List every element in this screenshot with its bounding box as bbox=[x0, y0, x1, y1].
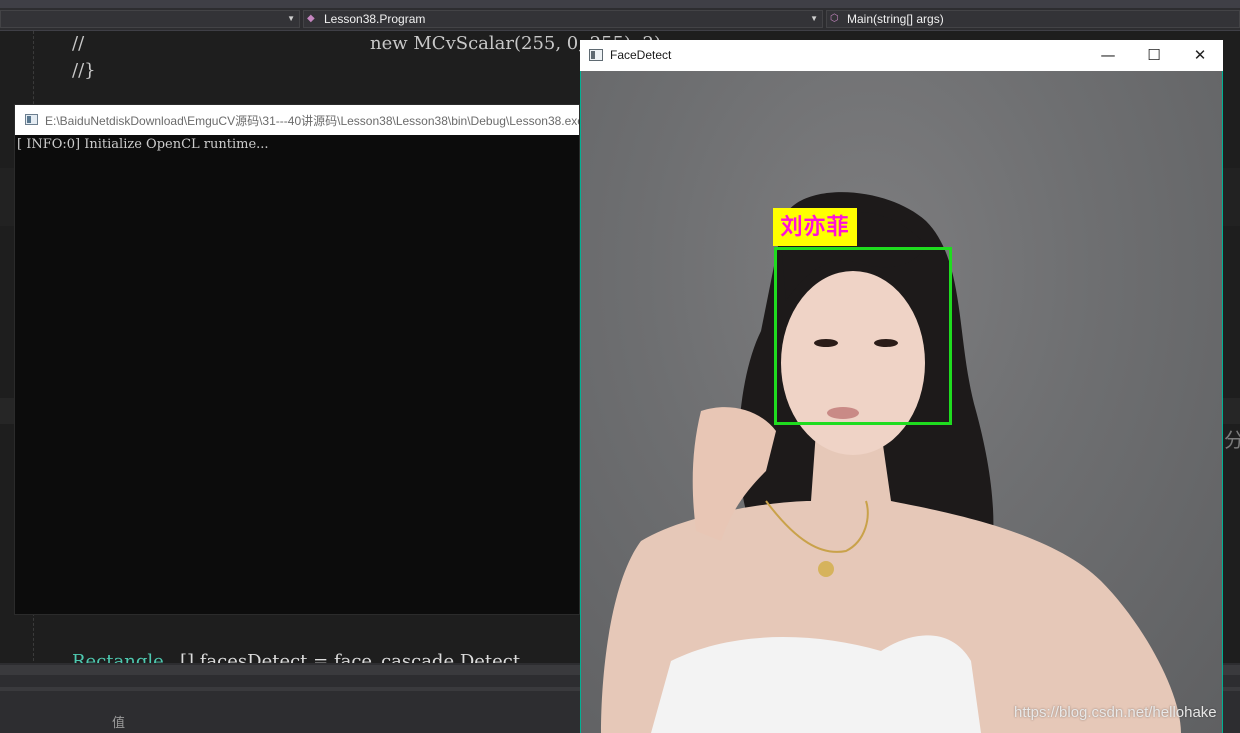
face-bounding-box bbox=[774, 247, 952, 425]
project-combo[interactable]: ▼ bbox=[0, 10, 300, 28]
class-icon: ◆ bbox=[307, 13, 315, 24]
detection-image: 刘亦菲 bbox=[581, 71, 1222, 733]
code-line-2: //} bbox=[72, 60, 96, 81]
member-combo-label: Main(string[] args) bbox=[847, 12, 944, 26]
vs-navigation-bar: ▼ ◆ Lesson38.Program ▼ ⬡ Main(string[] a… bbox=[0, 8, 1240, 31]
type-combo[interactable]: ◆ Lesson38.Program ▼ bbox=[303, 10, 823, 28]
facedetect-title: FaceDetect bbox=[610, 48, 672, 62]
method-icon: ⬡ bbox=[830, 13, 839, 24]
minimize-icon[interactable]: — bbox=[1085, 40, 1131, 71]
value-column-label: 值 bbox=[112, 716, 126, 731]
maximize-icon[interactable]: ☐ bbox=[1131, 40, 1177, 71]
chevron-down-icon: ▼ bbox=[287, 14, 295, 23]
type-combo-label: Lesson38.Program bbox=[324, 12, 426, 26]
window-app-icon bbox=[589, 49, 603, 61]
console-output: [ INFO:0] Initialize OpenCL runtime... bbox=[17, 137, 269, 152]
member-combo[interactable]: ⬡ Main(string[] args) bbox=[826, 10, 1240, 28]
console-app-icon bbox=[25, 114, 38, 125]
console-titlebar[interactable]: E:\BaiduNetdiskDownload\EmguCV源码\31---40… bbox=[15, 105, 579, 135]
code-comment: // bbox=[72, 33, 85, 54]
chevron-down-icon: ▼ bbox=[810, 14, 818, 23]
console-window[interactable]: E:\BaiduNetdiskDownload\EmguCV源码\31---40… bbox=[14, 104, 580, 615]
close-icon[interactable]: ✕ bbox=[1177, 40, 1223, 71]
watermark-text: https://blog.csdn.net/hellohake bbox=[1014, 704, 1217, 721]
face-name-label: 刘亦菲 bbox=[773, 208, 857, 246]
vs-title-strip bbox=[0, 0, 1240, 8]
console-title: E:\BaiduNetdiskDownload\EmguCV源码\31---40… bbox=[45, 114, 579, 128]
facedetect-window[interactable]: FaceDetect — ☐ ✕ 刘亦菲 bbox=[580, 40, 1223, 733]
facedetect-titlebar[interactable]: FaceDetect — ☐ ✕ bbox=[580, 40, 1223, 71]
clipped-text: 分 bbox=[1224, 428, 1240, 452]
